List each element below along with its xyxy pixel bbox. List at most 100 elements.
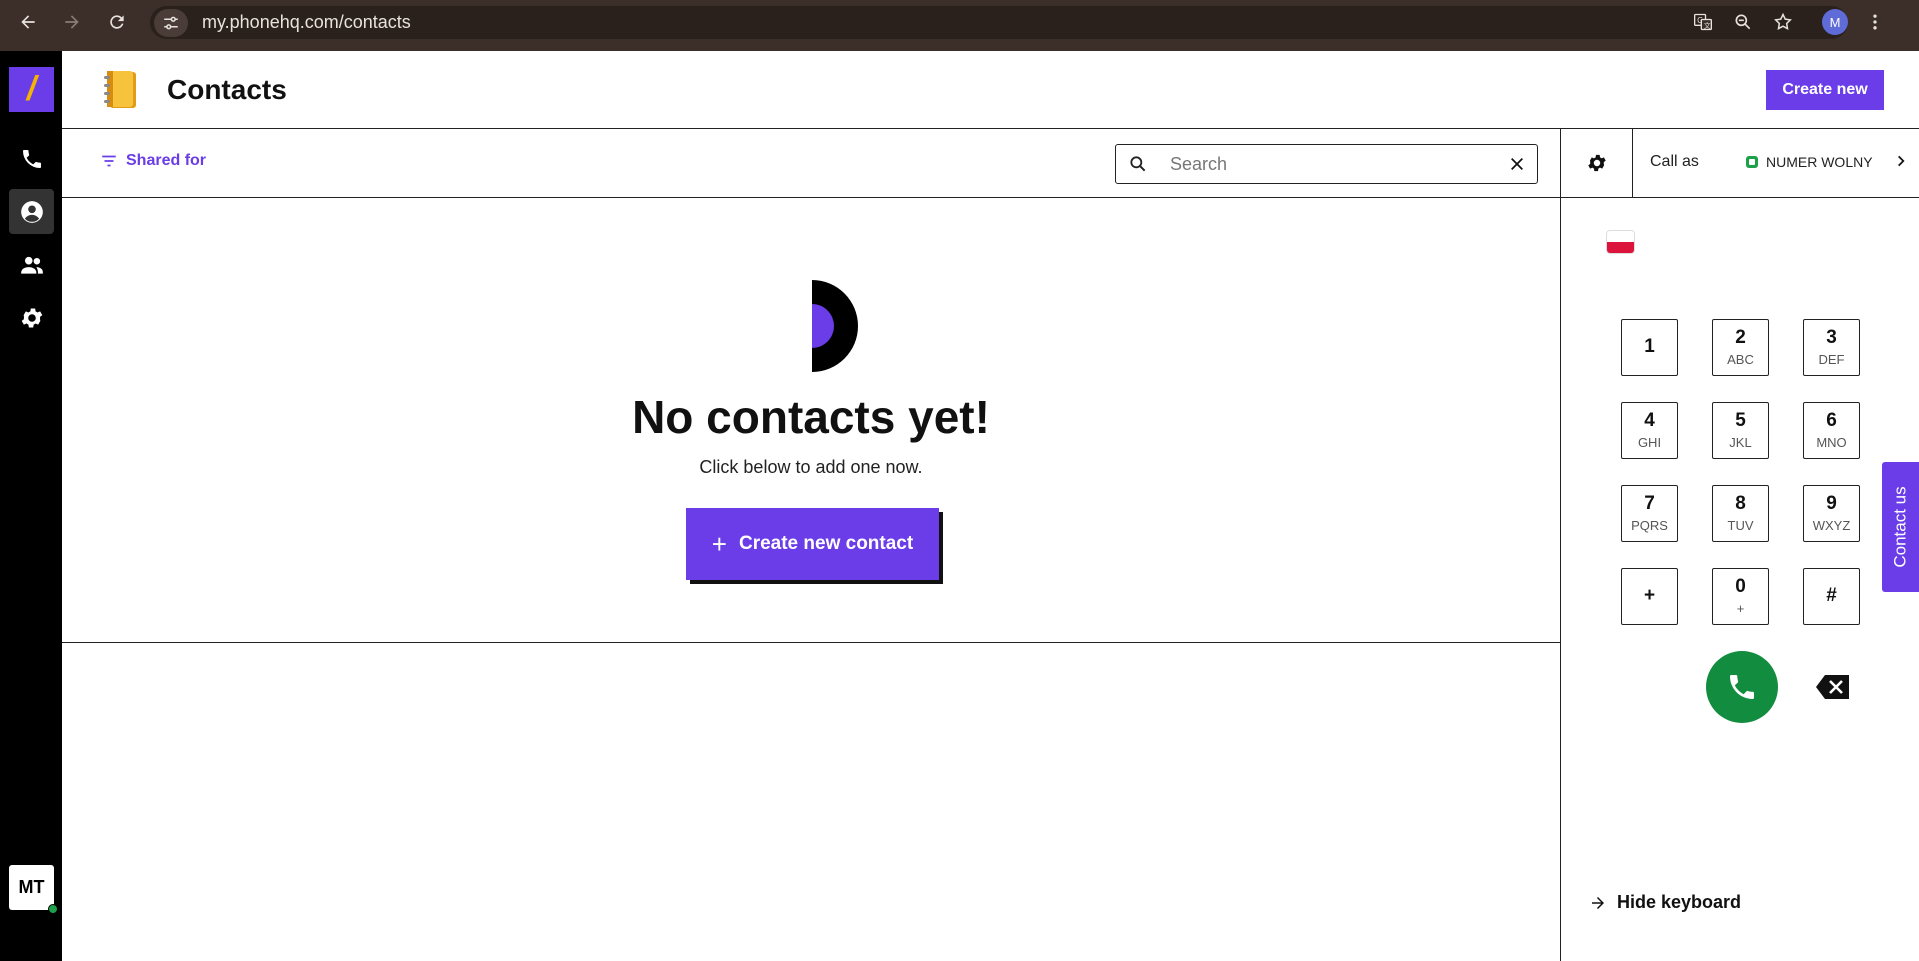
dialer-header: Call as NUMER WOLNY <box>1561 129 1919 198</box>
shared-for-filter[interactable]: Shared for <box>100 152 206 170</box>
create-new-button[interactable]: Create new <box>1766 70 1884 110</box>
dial-key-digit: 6 <box>1826 409 1837 431</box>
svg-text:文: 文 <box>1704 21 1711 30</box>
zoom-out-icon <box>1735 14 1751 30</box>
dial-key-letters: DEF <box>1818 352 1845 368</box>
dial-key-digit: + <box>1643 585 1656 607</box>
dial-key[interactable]: 6 MNO <box>1803 402 1860 459</box>
page-title: Contacts <box>167 74 287 105</box>
empty-state: No contacts yet! Click below to add one … <box>62 198 1560 643</box>
caller-number-selector[interactable]: NUMER WOLNY <box>1746 154 1873 170</box>
account-circle-icon <box>20 200 43 223</box>
reload-button[interactable] <box>97 2 137 42</box>
address-book-icon <box>100 69 140 116</box>
dial-key-letters: TUV <box>1727 518 1754 534</box>
back-button[interactable] <box>8 2 48 42</box>
create-new-contact-label: Create new contact <box>738 533 914 554</box>
dial-key-digit: 0 <box>1735 575 1746 597</box>
chevron-right-icon[interactable] <box>1894 151 1908 174</box>
address-bar[interactable]: my.phonehq.com/contacts <box>150 6 1848 39</box>
user-avatar[interactable]: MT <box>9 865 58 914</box>
backspace-button[interactable] <box>1815 674 1851 705</box>
gear-icon <box>1587 154 1606 172</box>
dial-key[interactable]: 0 + <box>1712 568 1769 625</box>
user-initials: MT <box>18 877 45 897</box>
dialer-settings-button[interactable] <box>1561 129 1633 197</box>
dial-key-digit: 1 <box>1644 336 1655 358</box>
number-status-icon <box>1746 156 1758 168</box>
create-new-contact-button[interactable]: + Create new contact <box>686 508 939 580</box>
translate-icon: G文 <box>1694 13 1712 31</box>
caller-number-name: NUMER WOLNY <box>1766 154 1873 170</box>
phone-icon <box>22 149 41 168</box>
clear-search-button[interactable] <box>1497 156 1537 172</box>
phone-icon <box>1730 675 1754 699</box>
search-icon <box>1116 154 1160 174</box>
dial-key[interactable]: 9 WXYZ <box>1803 485 1860 542</box>
dial-key-letters: GHI <box>1637 435 1662 451</box>
translate-button[interactable]: G文 <box>1686 5 1720 39</box>
dial-key[interactable]: 2 ABC <box>1712 319 1769 376</box>
forward-button[interactable] <box>52 2 92 42</box>
dial-key-letters: + <box>1736 601 1745 617</box>
plus-icon: + <box>711 528 727 559</box>
gear-icon <box>21 307 42 328</box>
dial-key-letters: WXYZ <box>1812 518 1851 534</box>
call-as-label: Call as <box>1650 153 1699 170</box>
app-sidebar: / MT <box>0 51 62 961</box>
bookmark-button[interactable] <box>1766 5 1800 39</box>
dial-key-digit: # <box>1826 585 1837 607</box>
dial-key-letters: MNO <box>1816 435 1847 451</box>
backspace-icon <box>1816 675 1849 699</box>
sidebar-item-settings[interactable] <box>9 295 54 340</box>
page-header: Contacts Create new <box>62 51 1919 129</box>
online-status-dot <box>48 904 58 914</box>
zoom-button[interactable] <box>1726 5 1760 39</box>
hide-keyboard-label: Hide keyboard <box>1617 892 1742 912</box>
reload-icon <box>110 15 124 29</box>
dial-key-digit: 7 <box>1644 492 1655 514</box>
site-info-icon[interactable] <box>154 8 188 37</box>
sidebar-item-calls[interactable] <box>9 136 54 181</box>
dial-key-digit: 8 <box>1735 492 1746 514</box>
dialer-panel: Call as NUMER WOLNY 1 2 ABC 3 DEF 4 GHI 5 JKL 6 MN… <box>1560 129 1919 961</box>
dial-key[interactable]: 7 PQRS <box>1621 485 1678 542</box>
sidebar-item-contacts[interactable] <box>9 189 54 234</box>
dial-key-letters: ABC <box>1727 352 1754 368</box>
dial-key[interactable]: 8 TUV <box>1712 485 1769 542</box>
contact-us-tab[interactable]: Contact us <box>1882 462 1919 592</box>
poland-flag-icon[interactable] <box>1607 231 1634 253</box>
empty-state-subtitle: Click below to add one now. <box>699 457 923 477</box>
browser-toolbar: my.phonehq.com/contacts G文 M <box>0 0 1919 51</box>
contacts-toolbar: Shared for <box>62 129 1560 198</box>
arrow-right-icon <box>1592 896 1604 909</box>
dial-key[interactable]: 3 DEF <box>1803 319 1860 376</box>
url-text: my.phonehq.com/contacts <box>202 12 411 32</box>
dial-key-digit: 2 <box>1735 326 1746 348</box>
arrow-right-icon <box>65 15 79 29</box>
star-icon <box>1774 12 1792 30</box>
profile-button[interactable]: M <box>1818 5 1852 39</box>
people-icon <box>20 256 43 274</box>
sidebar-item-team[interactable] <box>9 242 54 287</box>
dial-key[interactable]: 1 <box>1621 319 1678 376</box>
search-input[interactable] <box>1160 153 1497 175</box>
dial-key[interactable]: + <box>1621 568 1678 625</box>
dial-key-letters: JKL <box>1729 435 1752 451</box>
dial-key-digit: 3 <box>1826 326 1837 348</box>
call-button[interactable] <box>1706 651 1778 723</box>
slash-logo-icon: / <box>26 70 37 108</box>
empty-state-title: No contacts yet! <box>632 391 990 443</box>
dial-key[interactable]: # <box>1803 568 1860 625</box>
more-vertical-icon <box>1873 14 1877 30</box>
profile-avatar: M <box>1822 9 1848 35</box>
filter-label: Shared for <box>126 152 207 169</box>
dial-key[interactable]: 5 JKL <box>1712 402 1769 459</box>
dial-key[interactable]: 4 GHI <box>1621 402 1678 459</box>
brand-emblem-icon <box>810 278 860 379</box>
hide-keyboard-button[interactable]: Hide keyboard <box>1589 892 1741 913</box>
search-box <box>1115 144 1538 184</box>
app-logo[interactable]: / <box>9 67 54 112</box>
browser-menu-button[interactable] <box>1858 5 1892 39</box>
contact-us-label: Contact us <box>1890 486 1910 568</box>
